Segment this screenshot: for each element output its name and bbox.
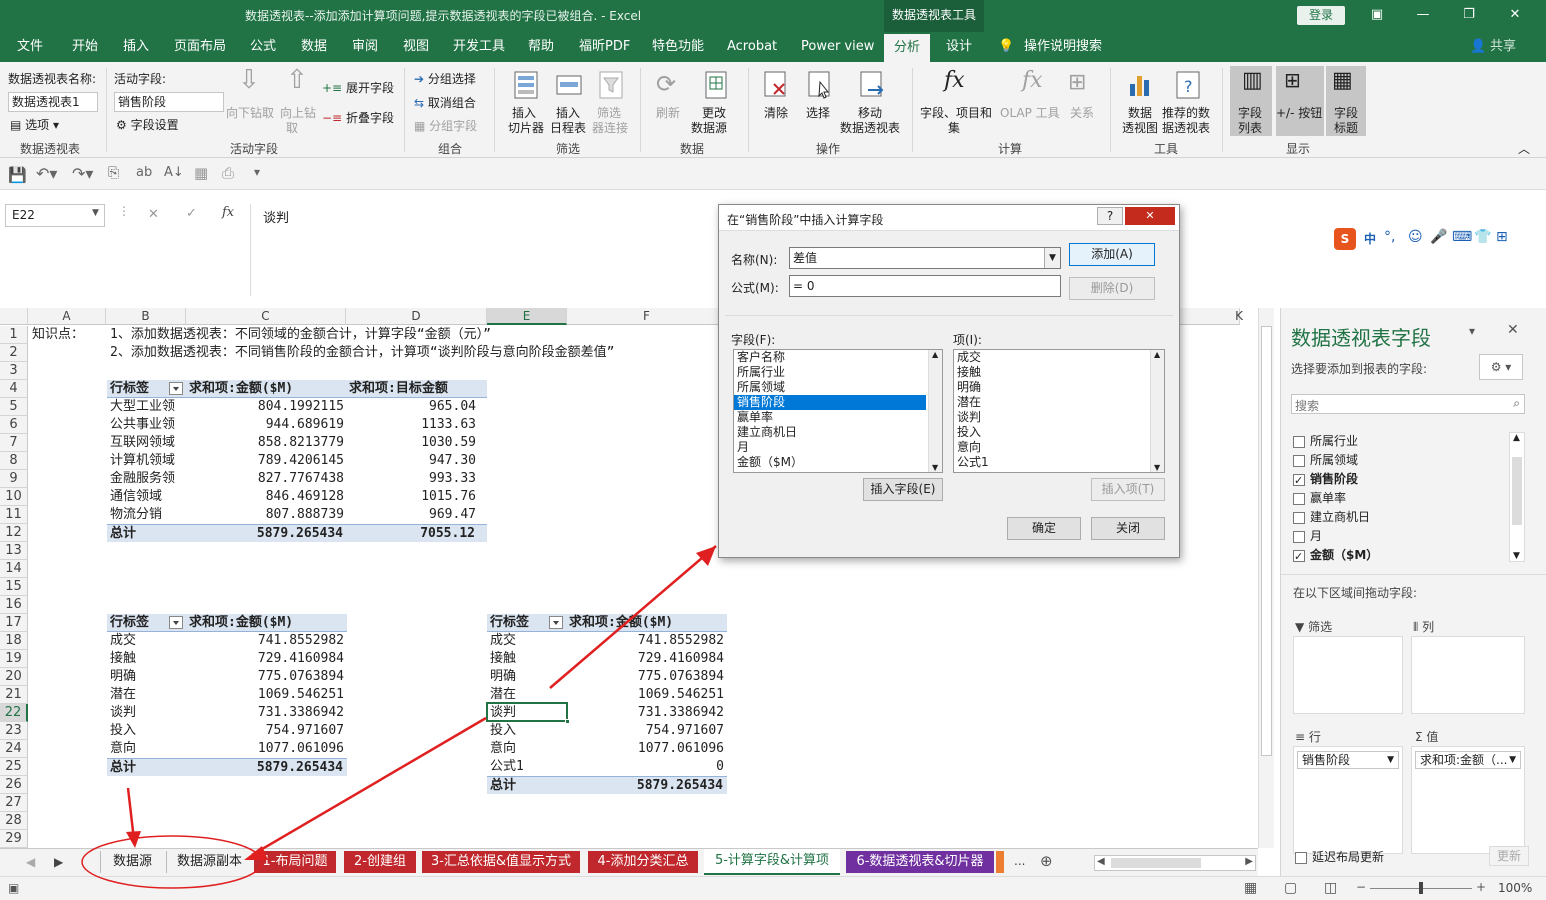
dialog-close-icon[interactable]: ✕ [1125, 207, 1175, 225]
ok-button[interactable]: 确定 [1007, 517, 1081, 540]
dialog-item[interactable]: 成交 [954, 350, 1164, 365]
dialog-field-item[interactable]: 建立商机日 [734, 425, 926, 440]
dialog-item[interactable]: 公式1 [954, 455, 1164, 470]
dialog-item[interactable]: 意向 [954, 440, 1164, 455]
formula-field[interactable]: = 0 [789, 275, 1061, 297]
dialog-title-bar: 在“销售阶段”中插入计算字段 ? ✕ [719, 205, 1179, 231]
dialog-field-item[interactable]: 月 [734, 440, 926, 455]
name-label: 名称(N): [731, 253, 778, 267]
highlight-ellipse [81, 835, 263, 889]
annotation-arrow-to-tab [251, 716, 487, 857]
fields-list-label: 字段(F): [731, 333, 776, 347]
name-combobox[interactable]: 差值 ▼ [789, 247, 1061, 269]
insert-field-button[interactable]: 插入字段(E) [863, 478, 943, 501]
dialog-divider [725, 315, 1173, 316]
fields-listbox[interactable]: 客户名称 所属行业 所属领域 销售阶段 赢单率 建立商机日月金额（$M） ▲ ▼ [733, 349, 943, 473]
scroll-up-icon[interactable]: ▲ [932, 350, 938, 359]
insert-item-button[interactable]: 插入项(T) [1091, 478, 1165, 501]
dialog-item[interactable]: 接触 [954, 365, 1164, 380]
dialog-close-button[interactable]: 关闭 [1091, 517, 1165, 540]
dialog-help-button[interactable]: ? [1097, 207, 1123, 225]
scroll-up-icon[interactable]: ▲ [1154, 350, 1160, 359]
annotation-arrow-to-dialog [549, 545, 717, 689]
formula-label: 公式(M): [731, 281, 779, 295]
name-value: 差值 [793, 251, 818, 265]
dialog-item[interactable]: 明确 [954, 380, 1164, 395]
dialog-item[interactable]: 投入 [954, 425, 1164, 440]
dialog-field-item[interactable]: 客户名称 [734, 350, 926, 365]
dialog-field-item[interactable]: 赢单率 [734, 410, 926, 425]
items-list-label: 项(I): [953, 333, 982, 347]
scroll-down-icon[interactable]: ▼ [1154, 463, 1160, 472]
items-list-scrollbar[interactable]: ▲ ▼ [1150, 350, 1164, 472]
dialog-field-item[interactable]: 金额（$M） [734, 455, 926, 470]
add-button[interactable]: 添加(A) [1069, 243, 1155, 266]
name-dropdown-icon[interactable]: ▼ [1044, 248, 1060, 268]
dialog-field-item[interactable]: 所属行业 [734, 365, 926, 380]
items-listbox[interactable]: 成交 接触 明确 潜在 谈判 投入 意向 公式1 ▲ ▼ [953, 349, 1165, 473]
fields-list-scrollbar[interactable]: ▲ ▼ [928, 350, 942, 472]
dialog-item[interactable]: 潜在 [954, 395, 1164, 410]
insert-calculated-field-dialog: 在“销售阶段”中插入计算字段 ? ✕ 名称(N): 差值 ▼ 公式(M): = … [718, 204, 1180, 558]
scroll-down-icon[interactable]: ▼ [932, 463, 938, 472]
dialog-field-item[interactable]: 所属领域 [734, 380, 926, 395]
arrow-head [696, 546, 716, 566]
delete-button[interactable]: 删除(D) [1069, 277, 1155, 300]
dialog-item[interactable]: 谈判 [954, 410, 1164, 425]
dialog-title: 在“销售阶段”中插入计算字段 [727, 213, 884, 227]
dialog-field-item[interactable]: 销售阶段 [734, 395, 926, 410]
